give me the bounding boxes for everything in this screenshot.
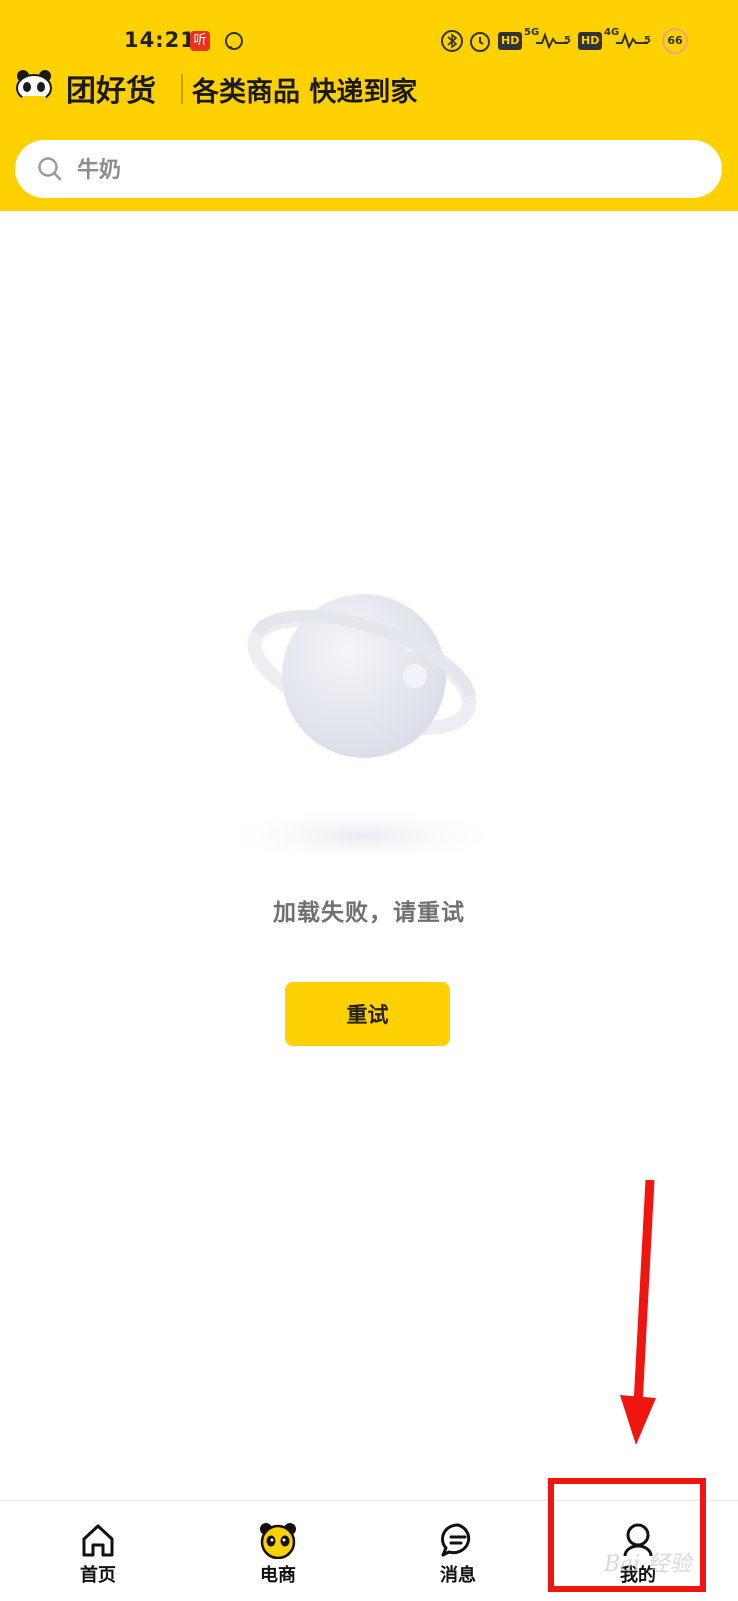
- hd-badge: HD: [498, 32, 523, 50]
- status-time: 14:21: [124, 28, 196, 52]
- signal-strength-a: 5: [564, 35, 571, 46]
- app-name: 团好货: [66, 74, 156, 109]
- battery-indicator: 66: [662, 28, 688, 54]
- app-slogan: 各类商品 快递到家: [192, 77, 418, 108]
- tab-home[interactable]: 首页: [38, 1501, 158, 1601]
- retry-button[interactable]: 重试: [285, 982, 450, 1046]
- home-icon: [82, 1524, 114, 1557]
- tab-messages-label: 消息: [440, 1565, 476, 1586]
- search-icon: [38, 157, 62, 181]
- alarm-icon: [470, 32, 490, 52]
- app-header: 14:21 听 HD 5G 5 HD 4G 5 66 团好货 各类商品 快递到家…: [0, 0, 738, 211]
- status-icons: HD 5G 5 HD 4G 5 66: [440, 27, 700, 55]
- notification-badge: 听: [190, 31, 210, 51]
- hd-badge-2: HD: [578, 32, 603, 50]
- planet-illustration-icon: [217, 594, 507, 856]
- search-bar[interactable]: [15, 140, 722, 200]
- signal-strength-b: 5: [644, 35, 651, 46]
- title-divider: [181, 74, 183, 104]
- panda-logo-icon: [16, 70, 52, 102]
- chat-bubble-icon: [225, 32, 243, 50]
- tab-messages[interactable]: 消息: [398, 1501, 518, 1601]
- tab-ecommerce[interactable]: 电商: [218, 1501, 338, 1601]
- annotation-arrow-icon: [620, 1180, 656, 1445]
- tab-ecommerce-label: 电商: [260, 1565, 296, 1586]
- bluetooth-icon: [441, 30, 463, 52]
- message-icon: [441, 1523, 471, 1557]
- annotation-highlight-box: [548, 1478, 706, 1592]
- panda-icon: [260, 1523, 296, 1559]
- tab-home-label: 首页: [80, 1565, 116, 1586]
- search-input[interactable]: [75, 140, 679, 200]
- load-failed-message: 加载失败，请重试: [273, 900, 465, 926]
